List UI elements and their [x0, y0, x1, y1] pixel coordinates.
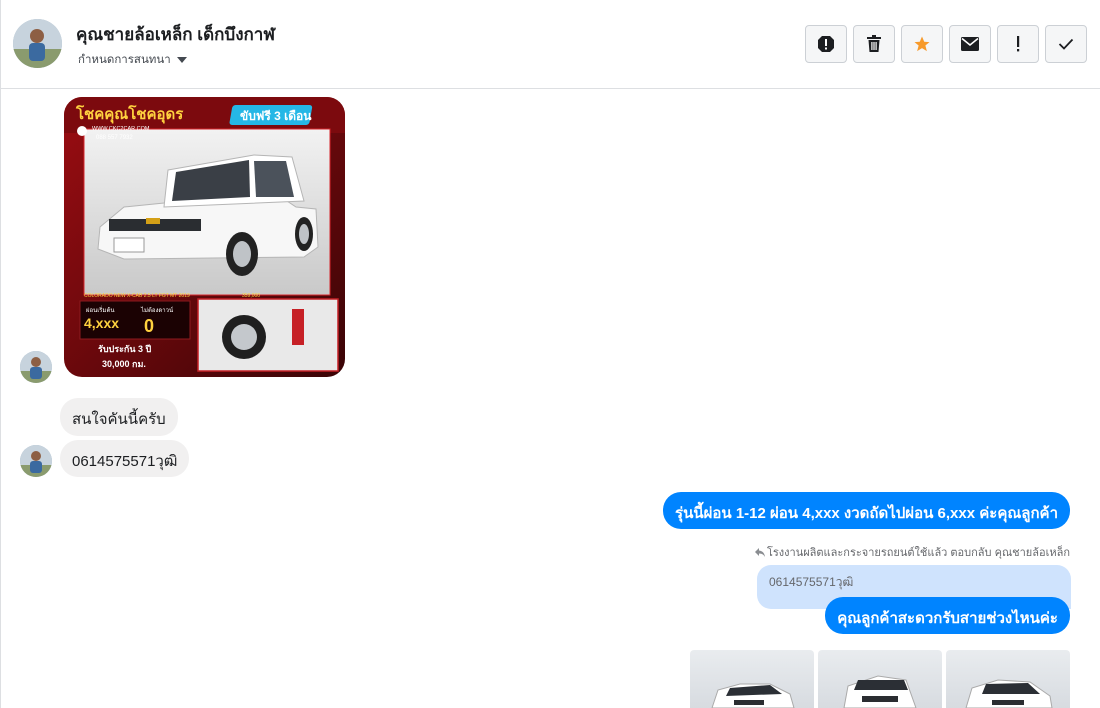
- outgoing-message: คุณลูกค้าสะดวกรับสายช่วงไหนค่ะ: [825, 597, 1070, 634]
- exclamation-icon: [1017, 36, 1020, 52]
- conversation-header: คุณชายล้อเหล็ก เด็กบึงกาฬ กำหนดการสนทนา: [1, 0, 1100, 89]
- ad-installment-label: ผ่อนเริ่มต้น: [86, 306, 114, 314]
- ad-price: 359,000: [242, 293, 260, 299]
- ad-headline: โชคคุณโชคอุดร: [75, 104, 184, 124]
- assign-conversation-dropdown[interactable]: กำหนดการสนทนา: [78, 51, 187, 69]
- mail-icon: [961, 37, 979, 51]
- ad-phone: 088 557 7932: [96, 135, 133, 141]
- ad-warranty-km: 30,000 กม.: [102, 359, 146, 369]
- incoming-message: 0614575571วุฒิ: [60, 440, 190, 477]
- ad-installment-value: 4,xxx: [84, 315, 119, 331]
- spam-icon: [818, 36, 834, 52]
- reply-note: โรงงานผลิตและกระจายรถยนต์ใช้แล้ว ตอบกลับ…: [754, 543, 1070, 561]
- contact-avatar-small[interactable]: [20, 351, 52, 383]
- star-icon: [914, 36, 930, 52]
- reply-note-text: โรงงานผลิตและกระจายรถยนต์ใช้แล้ว ตอบกลับ…: [766, 547, 1070, 559]
- ad-badge: ขับฟรี 3 เดือน: [240, 109, 312, 123]
- mark-done-button[interactable]: [1045, 25, 1087, 63]
- ad-site: WWW.CKC2CAR.COM: [92, 126, 150, 132]
- follow-up-button[interactable]: [997, 25, 1039, 63]
- mark-spam-button[interactable]: [805, 25, 847, 63]
- contact-avatar-small[interactable]: [20, 445, 52, 477]
- ad-model: COLORADO NEW X-CAB 2.5 LT FGT MT 2019: [84, 293, 190, 299]
- caret-down-icon: [176, 57, 187, 63]
- assign-label: กำหนดการสนทนา: [78, 54, 171, 66]
- gallery-image[interactable]: [818, 650, 942, 708]
- ad-down-value: 0: [144, 316, 154, 336]
- contact-avatar[interactable]: [13, 19, 62, 68]
- ad-down-label: ไม่ต้องดาวน์: [140, 306, 173, 314]
- conversation-toolbar: [805, 25, 1087, 63]
- gallery-image[interactable]: [946, 650, 1070, 708]
- incoming-message: สนใจคันนี้ครับ: [60, 398, 178, 436]
- check-icon: [1058, 38, 1074, 50]
- ad-warranty: รับประกัน 3 ปี: [98, 344, 152, 354]
- conversation-panel: คุณชายล้อเหล็ก เด็กบึงกาฬ กำหนดการสนทนา: [0, 0, 1100, 708]
- car-ad-image[interactable]: โชคคุณโชคอุดร ขับฟรี 3 เดือน WWW.CKC2CAR…: [64, 97, 345, 377]
- reply-icon: [754, 547, 765, 557]
- mark-unread-button[interactable]: [949, 25, 991, 63]
- trash-icon: [867, 35, 881, 52]
- star-button[interactable]: [901, 25, 943, 63]
- gallery-image[interactable]: [690, 650, 814, 708]
- contact-name[interactable]: คุณชายล้อเหล็ก เด็กบึงกาฬ: [76, 21, 275, 48]
- delete-button[interactable]: [853, 25, 895, 63]
- image-gallery: [690, 650, 1070, 708]
- outgoing-message: รุ่นนี้ผ่อน 1-12 ผ่อน 4,xxx งวดถัดไปผ่อน…: [663, 492, 1070, 529]
